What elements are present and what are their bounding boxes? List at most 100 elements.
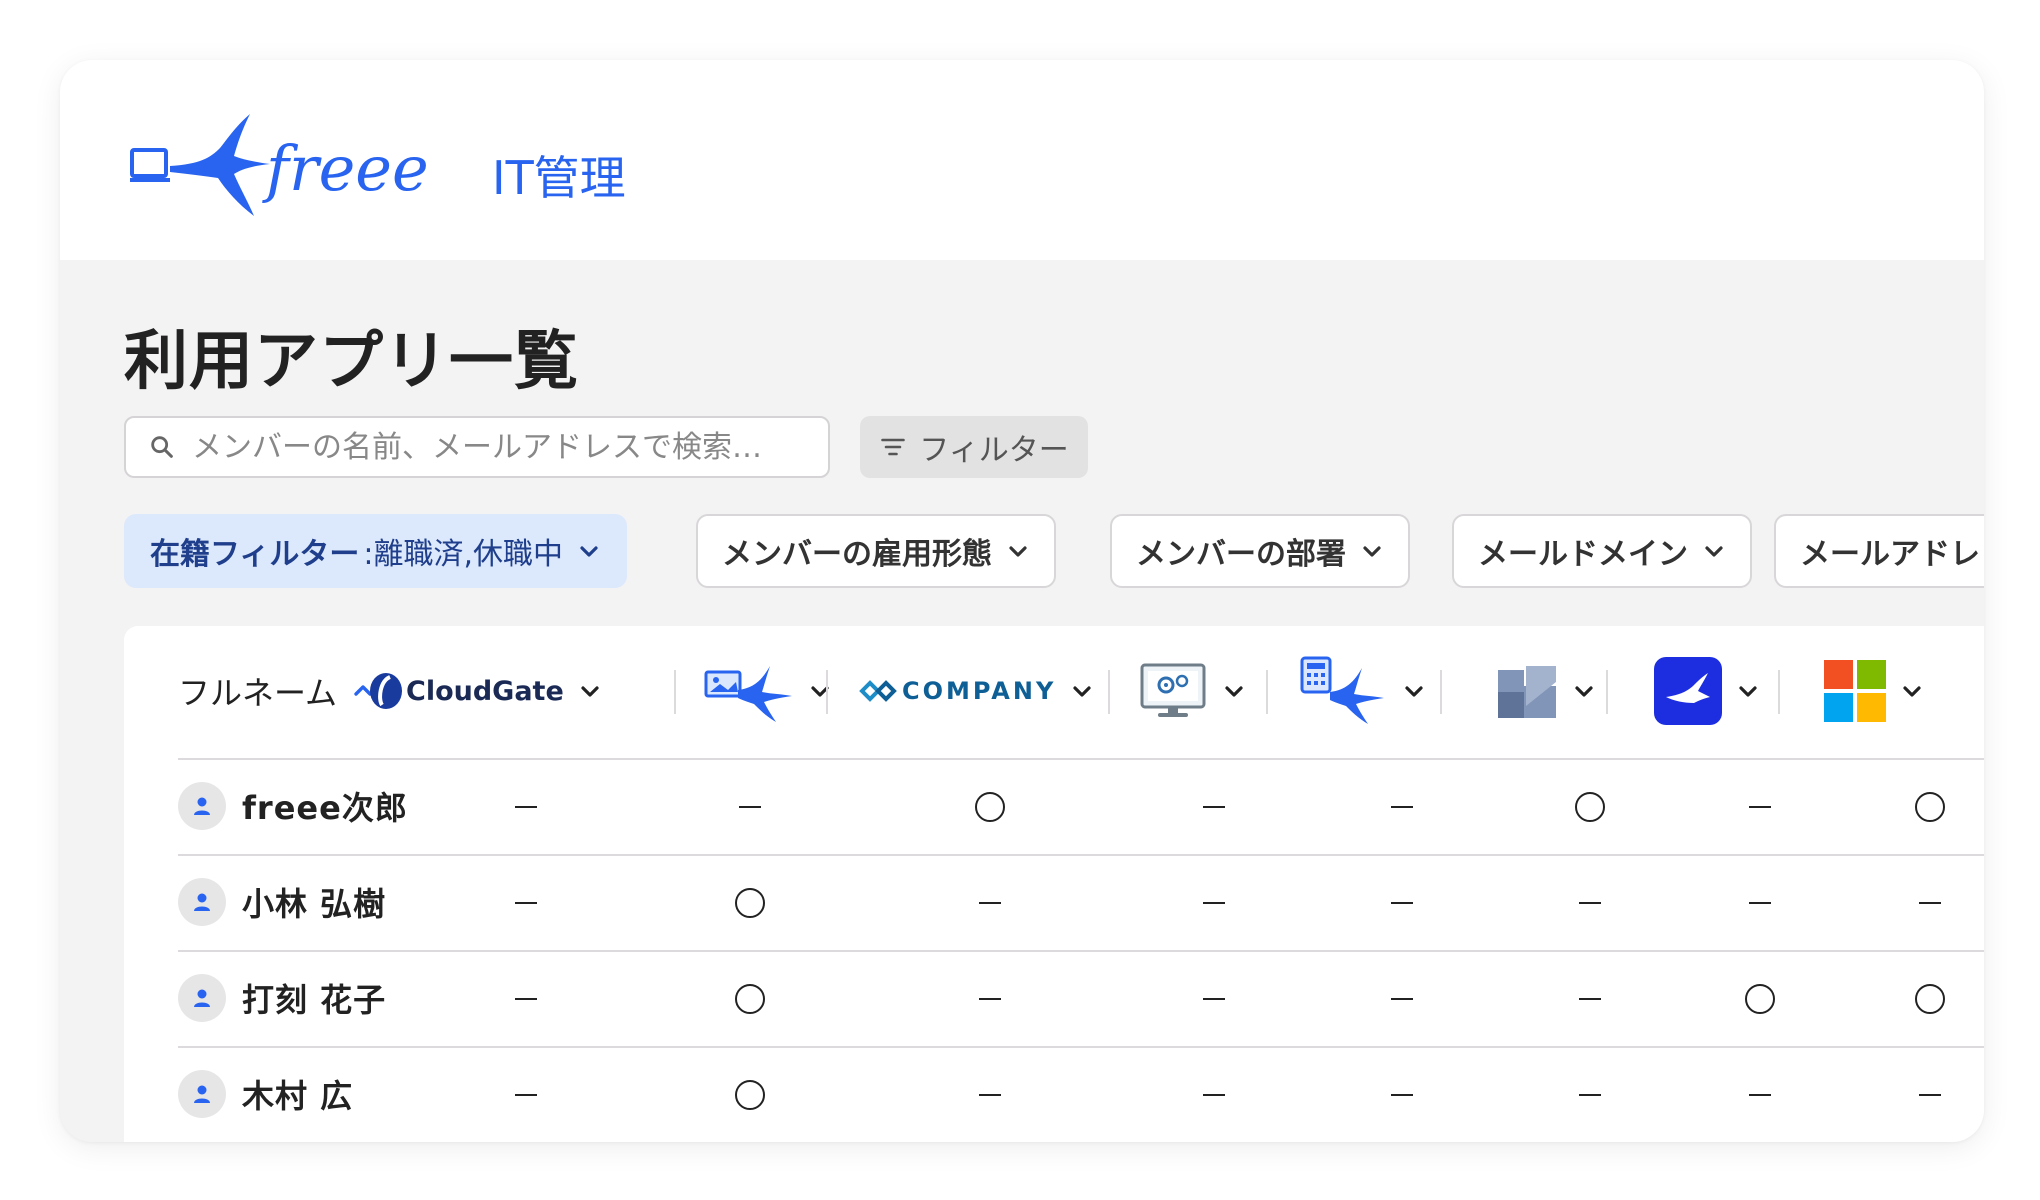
column-app-company[interactable]: COMPANY: [858, 656, 1094, 726]
usage-cell-unused: [1372, 1048, 1432, 1142]
usage-cell-unused: [1372, 856, 1432, 950]
chevron-down-icon: [581, 686, 599, 697]
chevron-down-icon: [1575, 686, 1593, 697]
column-separator: [1440, 670, 1442, 714]
table-row[interactable]: 小林 弘樹: [124, 856, 1984, 950]
member-name: 打刻 花子: [242, 981, 387, 1019]
column-app-freee-calculator[interactable]: [1298, 656, 1426, 726]
column-app-slate[interactable]: [1496, 656, 1596, 726]
column-app-blue-bird[interactable]: [1654, 656, 1760, 726]
filter-button-label: フィルター: [919, 433, 1069, 468]
member-cell: freee次郎: [178, 776, 408, 836]
app-name-cloudgate: CloudGate: [406, 675, 564, 707]
usage-cell-used: [720, 856, 780, 950]
user-icon: [194, 989, 210, 1007]
usage-cell-unused: [1184, 1048, 1244, 1142]
table-row[interactable]: 打刻 花子: [124, 952, 1984, 1046]
column-app-monitor[interactable]: [1138, 656, 1246, 726]
column-separator: [826, 670, 828, 714]
freee-it-logo[interactable]: freee IT管理: [130, 108, 690, 218]
table-row[interactable]: 木村 広: [124, 1048, 1984, 1142]
freee-photo-app-icon: [704, 666, 792, 722]
usage-cell-unused: [1184, 760, 1244, 854]
unused-dash-icon: [1391, 1093, 1413, 1097]
slate-app-icon: [1498, 666, 1556, 718]
chevron-down-icon: [1009, 546, 1027, 557]
member-name: 小林 弘樹: [242, 885, 387, 923]
unused-dash-icon: [1749, 805, 1771, 809]
usage-cell-unused: [1184, 856, 1244, 950]
usage-cell-used: [720, 1048, 780, 1142]
used-circle-icon: [735, 1080, 765, 1110]
usage-cell-unused: [1560, 856, 1620, 950]
usage-cell-unused: [1372, 952, 1432, 1046]
search-input[interactable]: [190, 428, 814, 466]
column-fullname[interactable]: フルネーム: [178, 656, 375, 726]
chevron-down-icon: [580, 546, 598, 557]
filter-button[interactable]: フィルター: [860, 416, 1088, 478]
chevron-down-icon: [1705, 546, 1723, 557]
usage-cell-unused: [1730, 1048, 1790, 1142]
freee-calculator-app-icon: [1300, 656, 1384, 724]
member-cell: 打刻 花子: [178, 968, 386, 1028]
usage-cell-unused: [1560, 952, 1620, 1046]
product-name: IT管理: [492, 151, 626, 205]
cloudgate-logo: [370, 673, 402, 709]
usage-cell-used: [1900, 952, 1960, 1046]
column-app-cloudgate[interactable]: CloudGate: [368, 656, 602, 726]
unused-dash-icon: [1919, 1093, 1941, 1097]
unused-dash-icon: [1579, 901, 1601, 905]
usage-cell-used: [1560, 760, 1620, 854]
filter-icon: [881, 438, 906, 456]
usage-cell-unused: [1184, 952, 1244, 1046]
chip-department[interactable]: メンバーの部署: [1110, 514, 1410, 588]
usage-cell-unused: [496, 952, 556, 1046]
table-row[interactable]: freee次郎: [124, 760, 1984, 854]
member-cell: 小林 弘樹: [178, 872, 386, 932]
user-icon: [194, 893, 210, 911]
member-search-box[interactable]: [124, 416, 830, 478]
unused-dash-icon: [1203, 997, 1225, 1001]
chip-value: :離職済,休職中: [363, 537, 564, 572]
unused-dash-icon: [979, 997, 1001, 1001]
unused-dash-icon: [1391, 901, 1413, 905]
usage-cell-used: [1900, 760, 1960, 854]
chevron-down-icon: [811, 686, 829, 697]
avatar: [178, 878, 226, 926]
column-separator: [1778, 670, 1780, 714]
used-circle-icon: [1915, 792, 1945, 822]
chip-mail-domain[interactable]: メールドメイン: [1452, 514, 1752, 588]
app-header: freee IT管理: [60, 60, 1984, 260]
column-separator: [1108, 670, 1110, 714]
app-usage-table: フルネーム CloudGate COMPANY freee次郎 小林 弘樹 打刻…: [124, 626, 1984, 1142]
blue-bird-app-icon: [1654, 657, 1722, 725]
unused-dash-icon: [515, 1093, 537, 1097]
microsoft-logo: [1824, 660, 1886, 722]
chip-label: メンバーの部署: [1136, 537, 1346, 572]
used-circle-icon: [1745, 984, 1775, 1014]
unused-dash-icon: [1579, 1093, 1601, 1097]
chip-employment-type[interactable]: メンバーの雇用形態: [696, 514, 1056, 588]
user-icon: [194, 1085, 210, 1103]
column-separator: [674, 670, 676, 714]
used-circle-icon: [1575, 792, 1605, 822]
usage-cell-unused: [1730, 856, 1790, 950]
usage-cell-unused: [1730, 760, 1790, 854]
usage-cell-unused: [496, 1048, 556, 1142]
unused-dash-icon: [739, 805, 761, 809]
avatar: [178, 782, 226, 830]
chip-employment-status-filter[interactable]: 在籍フィルター :離職済,休職中: [124, 514, 628, 588]
table-header: フルネーム CloudGate COMPANY: [124, 626, 1984, 756]
chip-mail-address[interactable]: メールアドレ: [1774, 514, 1984, 588]
avatar: [178, 974, 226, 1022]
column-app-freee-photo[interactable]: [704, 656, 832, 726]
column-app-microsoft[interactable]: [1824, 656, 1924, 726]
used-circle-icon: [735, 888, 765, 918]
column-separator: [1266, 670, 1268, 714]
unused-dash-icon: [1391, 997, 1413, 1001]
member-cell: 木村 広: [178, 1064, 353, 1124]
column-label: フルネーム: [178, 674, 338, 712]
unused-dash-icon: [515, 997, 537, 1001]
usage-cell-unused: [720, 760, 780, 854]
unused-dash-icon: [1391, 805, 1413, 809]
